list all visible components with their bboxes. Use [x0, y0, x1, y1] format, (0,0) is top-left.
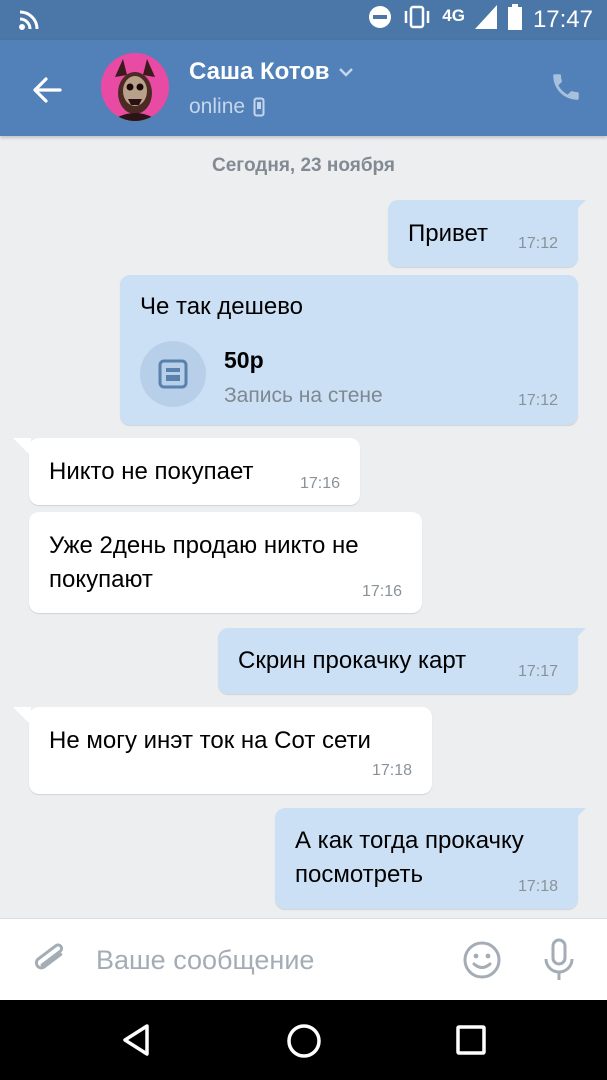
message-outgoing[interactable]: А как тогда прокачку посмотреть 17:18 — [275, 808, 586, 909]
mobile-icon — [253, 97, 265, 117]
message-text: Привет — [408, 220, 489, 247]
vibrate-icon — [402, 5, 432, 36]
nav-recent-icon — [456, 1025, 486, 1055]
message-text: Не могу инэт ток на Сот сети — [49, 727, 371, 754]
message-time: 17:18 — [517, 878, 558, 895]
wall-post-attachment[interactable] — [140, 341, 206, 407]
back-button[interactable] — [26, 68, 70, 112]
message-text: Никто не покупает — [49, 458, 254, 485]
status-bar: 4G 17:47 — [0, 0, 607, 40]
nav-home-icon — [287, 1024, 321, 1058]
message-time: 17:12 — [517, 392, 558, 409]
status-time: 17:47 — [532, 6, 593, 33]
nav-recent-button[interactable] — [455, 1024, 487, 1056]
message-time: 17:16 — [361, 583, 402, 600]
message-input[interactable] — [96, 937, 426, 983]
attachment-subtitle: Запись на стене — [224, 384, 383, 407]
wall-post-icon — [158, 359, 188, 389]
message-text: Скрин прокачку карт — [238, 647, 467, 674]
attachment-title: 50р — [224, 347, 264, 373]
paperclip-icon — [34, 943, 64, 970]
message-time: 17:12 — [517, 235, 558, 252]
chevron-down-icon — [338, 68, 353, 77]
message-time: 17:18 — [371, 762, 412, 779]
date-separator: Сегодня, 23 ноября — [212, 155, 395, 176]
message-text: Че так дешево — [140, 293, 304, 320]
message-outgoing[interactable]: Привет 17:12 — [388, 200, 586, 267]
message-text-line-2: покупают — [49, 566, 153, 593]
message-outgoing[interactable]: Че так дешево 50р Запись на стене 17:12 — [120, 275, 578, 425]
nav-back-button[interactable] — [117, 1020, 157, 1060]
microphone-icon — [544, 938, 574, 980]
message-incoming[interactable]: Уже 2день продаю никто не покупают 17:16 — [29, 512, 422, 613]
phone-icon — [553, 74, 579, 100]
voice-message-button[interactable] — [541, 937, 577, 983]
chat-header: Саша Котов online — [0, 40, 607, 136]
message-composer — [0, 918, 607, 1000]
attach-button[interactable] — [30, 939, 70, 979]
message-text-line-1: А как тогда прокачку — [295, 827, 524, 854]
system-nav-bar — [0, 1000, 607, 1080]
message-incoming[interactable]: Не могу инэт ток на Сот сети 17:18 — [13, 707, 432, 794]
dnd-icon — [368, 5, 392, 36]
contact-status: online — [189, 95, 265, 119]
bubble-tail — [568, 200, 586, 218]
status-text: online — [189, 95, 246, 118]
emoji-icon — [463, 941, 501, 979]
message-time: 17:16 — [299, 475, 340, 492]
message-outgoing[interactable]: Скрин прокачку карт 17:17 — [218, 628, 586, 694]
battery-icon — [507, 3, 523, 37]
emoji-button[interactable] — [462, 940, 502, 980]
message-time: 17:17 — [517, 663, 558, 680]
message-incoming[interactable]: Никто не покупает 17:16 — [13, 438, 360, 505]
wifi-icon — [18, 9, 40, 36]
contact-name: Саша Котов — [189, 58, 330, 85]
contact-name-button[interactable]: Саша Котов — [189, 58, 354, 86]
network-type: 4G — [442, 6, 465, 25]
signal-icon — [474, 4, 497, 36]
bubble-tail — [568, 628, 586, 646]
nav-back-icon — [123, 1024, 149, 1056]
avatar[interactable] — [101, 53, 169, 121]
back-arrow-icon — [33, 77, 62, 103]
nav-home-button[interactable] — [285, 1022, 323, 1060]
call-button[interactable] — [549, 70, 583, 104]
bubble-tail — [568, 808, 586, 826]
bubble-tail — [13, 707, 31, 725]
bubble-tail — [13, 438, 31, 456]
message-text-line-2: посмотреть — [295, 861, 424, 888]
message-text-line-1: Уже 2день продаю никто не — [49, 532, 359, 559]
